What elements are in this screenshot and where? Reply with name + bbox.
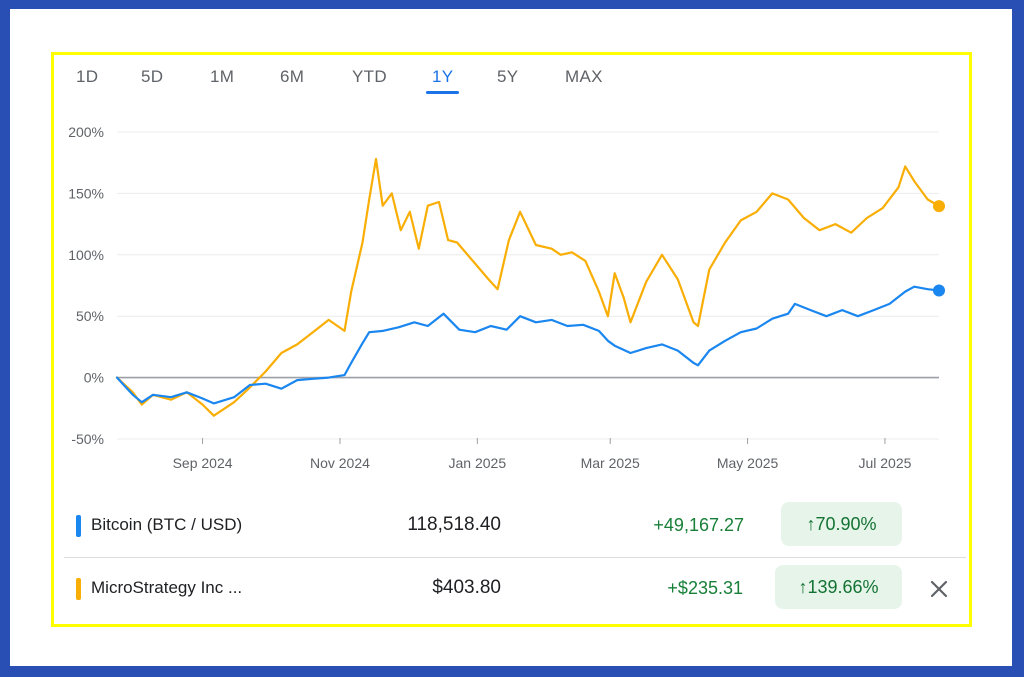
y-tick-label: 150% [68,185,104,201]
comparison-chart[interactable]: 200% 150% 100% 50% 0% -50% Sep 2024 Nov 2024 Jan… [54,55,969,485]
arrow-up-icon: ↑ [798,576,808,597]
y-tick-label: 50% [76,308,104,324]
asset-change: +49,167.27 [653,515,744,535]
asset-price: 118,518.40 [407,514,501,535]
comparison-card: 1D 5D 1M 6M YTD 1Y 5Y MAX 200% 150% 100% 50… [51,52,972,627]
percent-value: 139.66% [807,576,879,597]
btc-color-swatch [76,515,81,537]
close-icon [930,580,948,598]
x-tick-label: Jul 2025 [858,455,911,471]
percent-change-badge: ↑ 139.66% [775,565,902,609]
mstr-end-point [933,200,945,213]
mstr-color-swatch [76,578,81,600]
y-tick-label: 0% [84,370,104,386]
remove-comparison-button[interactable] [922,572,956,606]
x-tick-label: Jan 2025 [449,455,507,471]
legend-row-microstrategy[interactable]: MicroStrategy Inc ... $403.80 +$235.31 ↑… [64,558,966,620]
x-tick-label: May 2025 [717,455,779,471]
asset-name: MicroStrategy Inc ... [91,578,243,597]
asset-change: +$235.31 [667,578,743,598]
x-tick-label: Mar 2025 [581,455,640,471]
btc-end-point [933,284,945,297]
x-tick-label: Nov 2024 [310,455,370,471]
percent-value: 70.90% [815,513,877,534]
x-tick-label: Sep 2024 [173,455,233,471]
asset-price: $403.80 [432,577,501,598]
btc-series-line [115,285,941,405]
legend-row-bitcoin[interactable]: Bitcoin (BTC / USD) 118,518.40 +49,167.2… [64,495,966,558]
percent-change-badge: ↑ 70.90% [781,502,902,546]
y-tick-label: 200% [68,124,104,140]
y-tick-label: 100% [68,247,104,263]
asset-name: Bitcoin (BTC / USD) [91,515,243,534]
arrow-up-icon: ↑ [806,513,816,534]
y-tick-label: -50% [71,431,104,447]
